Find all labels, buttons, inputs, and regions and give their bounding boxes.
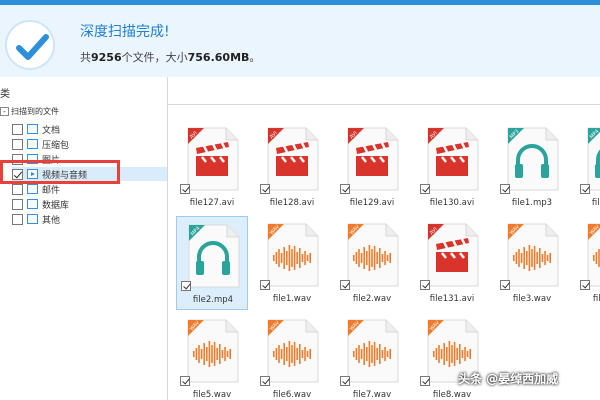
file-tile[interactable]: AVI file130.avi — [416, 120, 488, 214]
file-name: file6.wav — [272, 390, 312, 400]
total-size: 756.60MB — [187, 51, 250, 64]
file-name: file130.avi — [429, 198, 475, 208]
file-checkbox[interactable] — [580, 280, 590, 290]
file-checkbox[interactable] — [340, 184, 350, 194]
tree-item-label: 其他 — [42, 215, 61, 226]
tree-item-label: 压缩包 — [42, 140, 70, 151]
file-checkbox[interactable] — [180, 184, 190, 194]
file-tile[interactable]: WAV file3.wav — [496, 216, 568, 310]
headphones-file-icon: MP4 — [185, 223, 241, 289]
category-heading: 类 — [0, 89, 10, 100]
file-checkbox[interactable] — [500, 280, 510, 290]
file-checkbox[interactable] — [580, 184, 590, 194]
file-tile[interactable]: MP3 file1.mp3 — [496, 120, 568, 214]
file-tile[interactable]: WAV file4.wav — [576, 216, 600, 310]
summary-prefix: 共 — [80, 51, 91, 64]
file-count: 9256 — [91, 51, 122, 64]
file-name: file7.wav — [352, 390, 392, 400]
file-name: file4.wav — [592, 294, 600, 304]
file-checkbox[interactable] — [340, 376, 350, 386]
waveform-file-icon: WAV — [264, 222, 320, 288]
file-name: file127.avi — [189, 198, 235, 208]
file-name: file128.avi — [269, 198, 315, 208]
file-checkbox[interactable] — [260, 280, 270, 290]
waveform-file-icon: WAV — [504, 222, 560, 288]
video-file-icon: AVI — [264, 126, 320, 192]
file-tile[interactable]: MP4 file2.mp4 — [176, 216, 248, 310]
waveform-file-icon: WAV — [344, 318, 400, 384]
scan-summary: 共9256个文件，大小756.60MB。 — [80, 49, 260, 65]
category-icon — [27, 214, 38, 224]
tree-item-checkbox[interactable] — [12, 213, 23, 225]
waveform-file-icon: WAV — [584, 222, 600, 288]
waveform-file-icon: WAV — [344, 222, 400, 288]
file-checkbox[interactable] — [420, 184, 430, 194]
video-file-icon: AVI — [424, 222, 480, 288]
file-name: file5.wav — [192, 390, 232, 400]
waveform-file-icon: WAV — [264, 318, 320, 384]
file-name: file129.avi — [349, 198, 395, 208]
headphones-file-icon: MP4 — [584, 126, 600, 192]
tree-root-label: 扫描到的文件 — [11, 107, 59, 116]
waveform-file-icon: WAV — [184, 318, 240, 384]
file-tile[interactable]: WAV file5.wav — [176, 312, 248, 400]
category-icon — [27, 199, 38, 209]
file-checkbox[interactable] — [420, 280, 430, 290]
file-name: file8.wav — [432, 390, 472, 400]
file-tile[interactable]: WAV file7.wav — [336, 312, 408, 400]
file-name: file3.wav — [512, 294, 552, 304]
tree-item-4[interactable]: 邮件 — [12, 182, 167, 196]
watermark: 头条 @晏绰西加威 — [458, 372, 559, 386]
category-icon — [27, 184, 38, 194]
file-tile[interactable]: MP4 file2.mp3 — [576, 120, 600, 214]
tree-item-checkbox[interactable] — [12, 183, 23, 195]
headphones-file-icon: MP3 — [504, 126, 560, 192]
file-name: file2.mp4 — [192, 295, 234, 305]
tree-item-6[interactable]: 其他 — [12, 212, 167, 226]
file-tile[interactable]: WAV file1.wav — [256, 216, 328, 310]
file-tile[interactable]: WAV file2.wav — [336, 216, 408, 310]
tree-root[interactable]: - 扫描到的文件 — [0, 106, 59, 117]
highlight-annotation — [0, 160, 120, 184]
file-name: file2.wav — [352, 294, 392, 304]
file-name: file1.wav — [272, 294, 312, 304]
tree-item-label: 邮件 — [42, 185, 61, 196]
summary-suffix: 。 — [249, 51, 261, 64]
file-checkbox[interactable] — [420, 376, 430, 386]
file-name: file2.mp3 — [591, 198, 600, 208]
file-checkbox[interactable] — [500, 184, 510, 194]
file-checkbox[interactable] — [180, 376, 190, 386]
category-icon — [27, 124, 38, 134]
file-checkbox[interactable] — [340, 280, 350, 290]
file-name: file131.avi — [429, 294, 475, 304]
tree-item-0[interactable]: 文档 — [12, 122, 167, 136]
file-tile[interactable]: AVI file131.avi — [416, 216, 488, 310]
tree-item-checkbox[interactable] — [12, 138, 23, 150]
file-tile[interactable]: WAV file6.wav — [256, 312, 328, 400]
file-tile[interactable]: AVI file129.avi — [336, 120, 408, 214]
category-tree-panel: 类 - 扫描到的文件 文档 压缩包 图片 视频与音频 邮件 数据库 其他 — [0, 77, 168, 400]
file-name: file1.mp3 — [511, 198, 553, 208]
category-icon — [27, 139, 38, 149]
file-checkbox[interactable] — [260, 376, 270, 386]
collapse-icon[interactable]: - — [0, 107, 9, 116]
scan-result-header: 深度扫描完成! 共9256个文件，大小756.60MB。 — [0, 5, 600, 77]
video-file-icon: AVI — [344, 126, 400, 192]
checkmark-icon — [5, 20, 55, 70]
summary-mid: 个文件，大小 — [121, 51, 188, 64]
file-checkbox[interactable] — [260, 184, 270, 194]
scan-complete-title: 深度扫描完成! — [80, 24, 170, 40]
file-grid[interactable]: AVI file127.avi AVI file128.avi AVI file129.a… — [168, 98, 600, 400]
tree-item-5[interactable]: 数据库 — [12, 197, 167, 211]
tree-item-checkbox[interactable] — [12, 123, 23, 135]
video-file-icon: AVI — [424, 126, 480, 192]
video-file-icon: AVI — [184, 126, 240, 192]
file-checkbox[interactable] — [181, 281, 191, 291]
tree-item-label: 文档 — [42, 125, 61, 136]
tree-item-1[interactable]: 压缩包 — [12, 137, 167, 151]
tree-item-checkbox[interactable] — [12, 198, 23, 210]
tree-item-label: 数据库 — [42, 200, 70, 211]
file-tile[interactable]: AVI file128.avi — [256, 120, 328, 214]
file-tile[interactable]: AVI file127.avi — [176, 120, 248, 214]
